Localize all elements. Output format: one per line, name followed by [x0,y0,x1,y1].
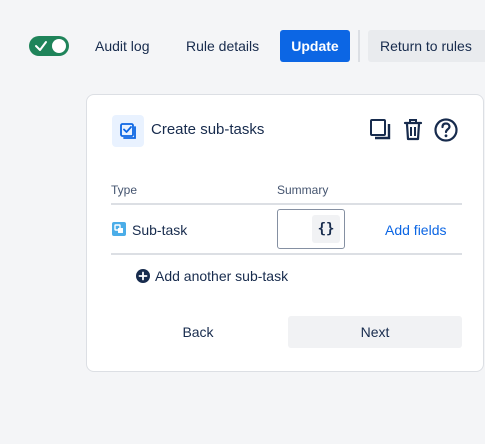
row-divider [111,253,462,255]
card-title: Create sub-tasks [151,121,265,138]
rule-details-link[interactable]: Rule details [186,30,259,62]
help-icon[interactable] [433,117,459,143]
add-fields-link[interactable]: Add fields [385,222,446,238]
check-icon [35,41,47,51]
copy-icon[interactable] [369,117,391,143]
header-divider [111,203,462,205]
return-to-rules-button[interactable]: Return to rules [368,30,485,62]
add-circle-icon [136,269,150,283]
summary-input[interactable]: {} [277,209,345,249]
checklist-icon [112,115,144,147]
rule-toolbar: Audit log Rule details Update Return to … [0,0,485,92]
add-another-label: Add another sub-task [155,268,289,284]
type-column-header: Type [111,183,138,197]
create-subtasks-card: Create sub-tasks Type Summary Sub-task {… [86,94,484,372]
audit-log-link[interactable]: Audit log [95,30,149,62]
update-button[interactable]: Update [280,30,350,62]
next-button[interactable]: Next [288,316,462,348]
row-type-label: Sub-task [132,222,188,238]
rule-enabled-toggle[interactable] [29,36,69,56]
subtask-icon [112,222,126,236]
toolbar-divider [358,30,360,62]
trash-icon[interactable] [402,117,424,143]
back-button[interactable]: Back [111,316,285,348]
smart-value-button[interactable]: {} [312,215,340,243]
summary-column-header: Summary [277,183,329,197]
toggle-knob [52,39,66,53]
